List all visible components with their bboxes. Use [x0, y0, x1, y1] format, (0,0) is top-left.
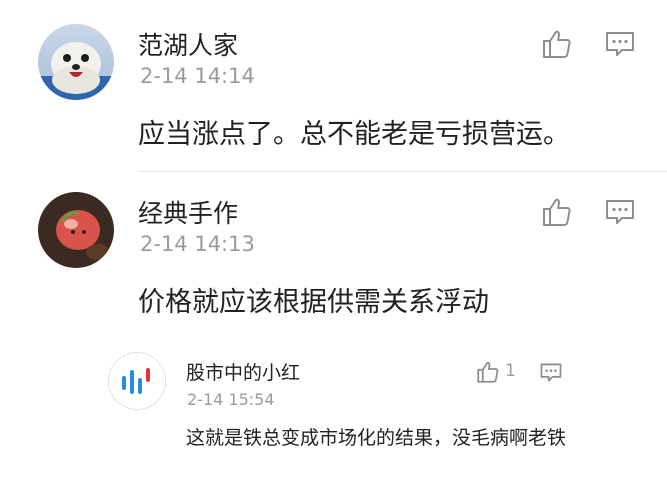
comment-icon[interactable] — [605, 30, 635, 58]
like-count: 1 — [505, 361, 516, 381]
avatar[interactable] — [108, 352, 166, 410]
reply-author[interactable]: 股市中的小红 — [186, 358, 300, 385]
comment-text: 应当涨点了。总不能老是亏损营运。 — [138, 119, 570, 150]
comment-author[interactable]: 范湖人家 — [138, 26, 238, 62]
comment-text: 价格就应该根据供需关系浮动 — [138, 287, 489, 318]
comment-time: 2-14 14:13 — [140, 232, 255, 256]
comment-time: 2-14 14:14 — [140, 64, 255, 88]
thumbs-up-icon[interactable] — [541, 28, 573, 60]
comment-author[interactable]: 经典手作 — [138, 194, 238, 230]
thumbs-up-icon[interactable] — [541, 196, 573, 228]
apple-avatar-image — [38, 192, 114, 268]
comment-icon[interactable] — [605, 198, 635, 226]
divider — [138, 171, 667, 172]
reply-text: 这就是铁总变成市场化的结果，没毛病啊老铁 — [186, 427, 567, 449]
bar-logo-avatar — [122, 368, 150, 394]
seal-avatar-image — [38, 24, 114, 100]
comment-page: 范湖人家 2-14 14:14 应当涨点了。总不能老是亏损营运。 经典手作 2-… — [0, 0, 667, 500]
comment-icon[interactable] — [540, 362, 562, 383]
avatar[interactable] — [38, 24, 114, 100]
avatar[interactable] — [38, 192, 114, 268]
thumbs-up-icon[interactable] — [476, 360, 500, 384]
reply-time: 2-14 15:54 — [187, 390, 275, 409]
